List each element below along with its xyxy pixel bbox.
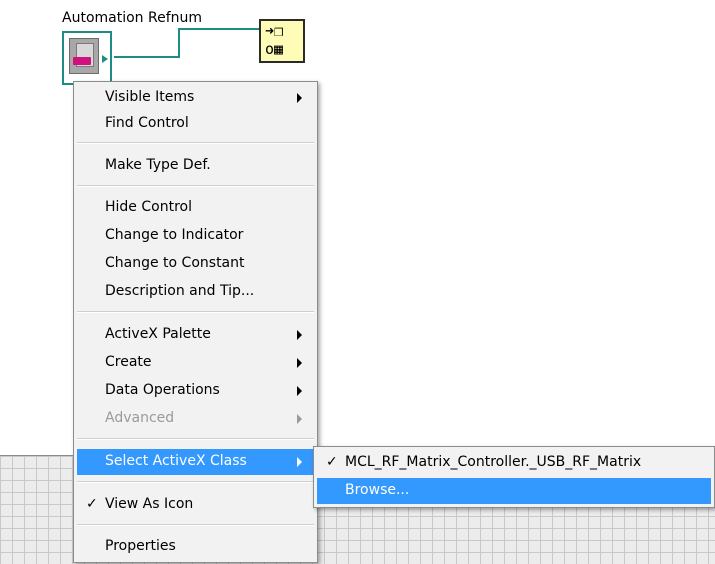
node-glyph-bottom: o▦: [265, 40, 284, 58]
submenu-arrow-icon: [297, 93, 302, 103]
menu-item-description-and-tip[interactable]: Description and Tip...: [77, 279, 314, 305]
menu-item-advanced: Advanced: [77, 406, 314, 432]
menu-separator: [77, 524, 314, 526]
menu-item-make-type-def[interactable]: Make Type Def.: [77, 153, 314, 179]
submenu-arrow-icon: [297, 457, 302, 467]
automation-refnum-terminal[interactable]: [62, 31, 112, 85]
menu-item-data-operations[interactable]: Data Operations: [77, 378, 314, 404]
menu-item-properties[interactable]: Properties: [77, 534, 314, 560]
menu-separator: [77, 185, 314, 187]
menu-item-hide-control[interactable]: Hide Control: [77, 195, 314, 221]
menu-item-create[interactable]: Create: [77, 350, 314, 376]
menu-separator: [77, 481, 314, 483]
select-activex-class-submenu: ✓ MCL_RF_Matrix_Controller._USB_RF_Matri…: [313, 446, 715, 508]
menu-separator: [77, 311, 314, 313]
wire-segment-horizontal-1: [114, 56, 178, 58]
submenu-arrow-icon: [297, 386, 302, 396]
menu-separator: [77, 438, 314, 440]
automation-open-node-icon[interactable]: ➜❒ o▦: [259, 19, 305, 63]
menu-item-select-activex-class[interactable]: Select ActiveX Class: [77, 449, 314, 475]
submenu-item-browse[interactable]: Browse...: [317, 478, 711, 504]
context-menu: Visible Items Find Control Make Type Def…: [73, 81, 318, 563]
menu-item-change-to-constant[interactable]: Change to Constant: [77, 251, 314, 277]
submenu-arrow-icon: [297, 414, 302, 424]
checkmark-icon: ✓: [326, 454, 338, 470]
menu-item-activex-palette[interactable]: ActiveX Palette: [77, 322, 314, 348]
node-glyph-top: ➜❒: [265, 22, 284, 40]
menu-item-visible-items[interactable]: Visible Items: [77, 85, 314, 111]
control-label: Automation Refnum: [62, 10, 203, 26]
terminal-output-arrow-icon: [102, 55, 108, 63]
menu-item-change-to-indicator[interactable]: Change to Indicator: [77, 223, 314, 249]
submenu-item-mcl-rf-matrix-controller[interactable]: ✓ MCL_RF_Matrix_Controller._USB_RF_Matri…: [317, 450, 711, 476]
submenu-arrow-icon: [297, 330, 302, 340]
menu-separator: [77, 142, 314, 144]
refnum-icon: [69, 38, 99, 74]
checkmark-icon: ✓: [86, 496, 98, 512]
submenu-arrow-icon: [297, 358, 302, 368]
menu-item-view-as-icon[interactable]: ✓ View As Icon: [77, 492, 314, 518]
wire-segment-horizontal-2: [178, 28, 260, 30]
wire-segment-vertical: [178, 28, 180, 58]
menu-item-find-control[interactable]: Find Control: [77, 111, 314, 137]
block-diagram-canvas: Automation Refnum ➜❒ o▦ Visible Items Fi…: [0, 0, 715, 564]
